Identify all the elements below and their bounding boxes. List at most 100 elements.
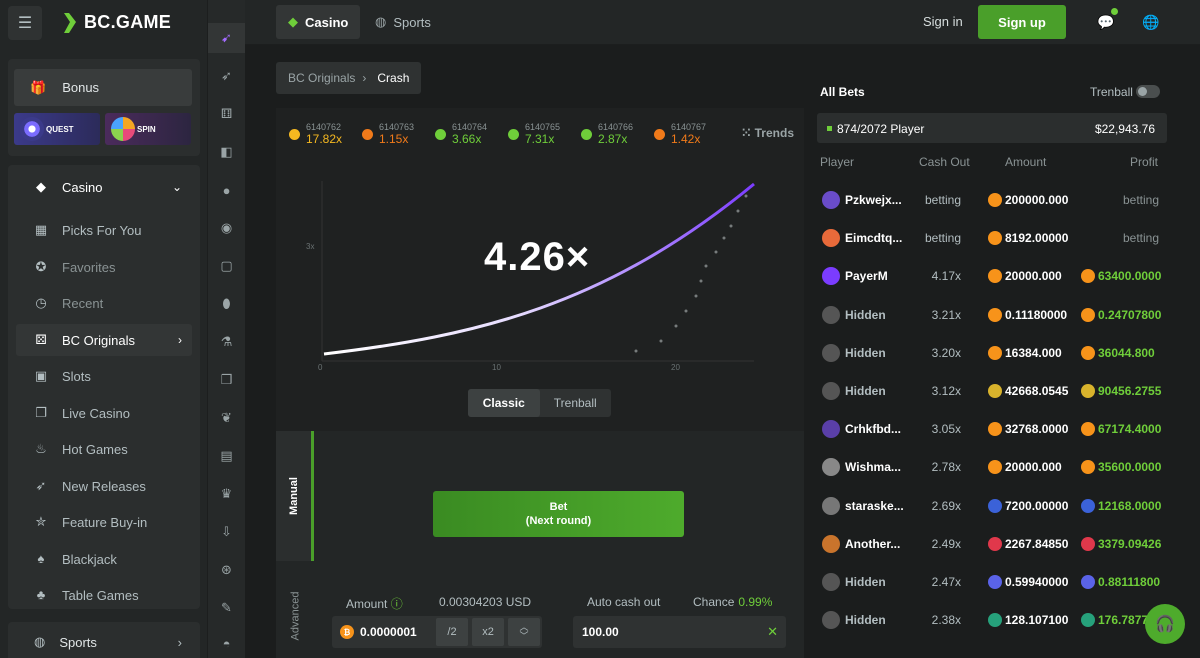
- globe-icon[interactable]: 🌐: [1142, 14, 1159, 31]
- table-row[interactable]: Another... 2.49x 2267.84850 3379.09426: [817, 527, 1167, 561]
- sidebar-item-recent[interactable]: ◷ Recent: [16, 287, 192, 319]
- table-row[interactable]: Hidden 3.20x 16384.000 36044.800: [817, 336, 1167, 370]
- tab-manual[interactable]: Manual: [276, 431, 314, 561]
- breadcrumb-parent[interactable]: BC Originals: [288, 71, 355, 85]
- download-icon[interactable]: ⇩: [208, 517, 245, 547]
- history-item[interactable]: 6140767 1.42x: [649, 118, 722, 150]
- table-row[interactable]: Hidden 3.21x 0.11180000 0.24707800: [817, 298, 1167, 332]
- trophy-icon[interactable]: ♛: [208, 479, 245, 509]
- tool-icon[interactable]: ✎: [208, 593, 245, 623]
- sidebar-item-bc-originals[interactable]: ⚄ BC Originals ›: [16, 324, 192, 356]
- tab-label: Sports: [393, 14, 431, 30]
- history-dot: [508, 129, 519, 140]
- controller-icon[interactable]: ◧: [208, 137, 245, 167]
- menu-icon[interactable]: ☰: [8, 5, 42, 40]
- history-round-id: 6140765: [525, 122, 561, 132]
- autocashout-input[interactable]: 100.00 ✕: [573, 616, 786, 648]
- history-item[interactable]: 6140763 1.15x: [357, 118, 430, 150]
- spin-button[interactable]: SPIN: [105, 113, 191, 145]
- chest-icon[interactable]: ▤: [208, 441, 245, 471]
- wheel-icon[interactable]: ⊛: [208, 555, 245, 585]
- cashout-markers: [634, 194, 748, 353]
- amount-value: 16384.000: [1005, 345, 1062, 360]
- history-item[interactable]: 6140762 17.82x: [284, 118, 357, 150]
- profit-value: 3379.09426: [1098, 536, 1162, 551]
- table-row[interactable]: Hidden 2.47x 0.59940000 0.88111800: [817, 565, 1167, 599]
- signup-button[interactable]: Sign up: [978, 5, 1066, 39]
- history-item[interactable]: 6140766 2.87x: [576, 118, 649, 150]
- sidebar-item-sports[interactable]: ◍ Sports ›: [8, 622, 200, 658]
- table-row[interactable]: Eimcdtq... betting 8192.00000 betting: [817, 221, 1167, 255]
- sidebar-item-favorites[interactable]: ✪ Favorites: [16, 251, 192, 283]
- support-headset-icon[interactable]: 🎧: [1145, 604, 1185, 644]
- history-dot: [289, 129, 300, 140]
- breadcrumb-current: Crash: [377, 71, 410, 85]
- table-row[interactable]: Hidden 3.12x 42668.0545 90456.2755: [817, 374, 1167, 408]
- slots-icon: ▣: [34, 368, 48, 383]
- table-row[interactable]: staraske... 2.69x 7200.00000 12168.0000: [817, 489, 1167, 523]
- bomb-icon[interactable]: ●: [208, 175, 245, 205]
- mode-trenball[interactable]: Trenball: [540, 389, 612, 417]
- player-name: Pzkwejx...: [845, 193, 902, 207]
- half-button[interactable]: /2: [436, 618, 468, 646]
- quest-button[interactable]: QUEST: [14, 113, 100, 145]
- history-item[interactable]: 6140764 3.66x: [430, 118, 503, 150]
- amount-value: 0.59940000: [1005, 575, 1069, 589]
- cards-icon[interactable]: ❒: [208, 365, 245, 395]
- current-multiplier: 4.26×: [484, 235, 591, 279]
- gamepad-icon[interactable]: ◉: [208, 213, 245, 243]
- bonus-button[interactable]: 🎁 Bonus: [14, 69, 192, 106]
- tab-advanced[interactable]: Advanced: [276, 571, 314, 658]
- table-cards-icon: ♣: [36, 587, 46, 602]
- signin-link[interactable]: Sign in: [923, 14, 963, 29]
- egg-icon[interactable]: ⬮: [208, 289, 245, 319]
- sidebar-item-hot-games[interactable]: ♨ Hot Games: [16, 433, 192, 465]
- sidebar-item-feature-buy-in[interactable]: ✮ Feature Buy-in: [16, 506, 192, 538]
- table-row[interactable]: PayerM 4.17x 20000.000 63400.0000: [817, 259, 1167, 293]
- sidebar-item-table-games[interactable]: ♣ Table Games: [16, 579, 192, 611]
- tab-casino[interactable]: ◆ Casino: [276, 5, 361, 39]
- mode-classic[interactable]: Classic: [468, 389, 540, 417]
- sports-ball-icon: ◍: [34, 634, 46, 649]
- sidebar-item-picks[interactable]: ▦ Picks For You: [16, 214, 192, 246]
- sidebar-item-new-releases[interactable]: ➶ New Releases: [16, 470, 192, 502]
- info-icon[interactable]: ⓘ: [391, 597, 403, 611]
- helmet-icon[interactable]: ◓: [208, 628, 245, 658]
- dice-icon[interactable]: ⚅: [208, 99, 245, 129]
- double-button[interactable]: x2: [472, 618, 504, 646]
- table-row[interactable]: Hidden 2.38x 128.107100 176.78770: [817, 603, 1167, 637]
- trenball-toggle[interactable]: [1136, 85, 1160, 98]
- sidebar-item-slots[interactable]: ▣ Slots: [16, 360, 192, 392]
- coin-icon: [988, 193, 1002, 207]
- sidebar-item-blackjack[interactable]: ♠ Blackjack: [16, 543, 192, 575]
- stepper-icon[interactable]: ︿ ﹀: [508, 618, 540, 646]
- chat-icon[interactable]: 💬: [1097, 14, 1114, 31]
- clear-icon[interactable]: ✕: [767, 624, 778, 640]
- fruit-icon[interactable]: ❦: [208, 403, 245, 433]
- amount-input[interactable]: ₿ 0.0000001 /2 x2 ︿ ﹀: [332, 616, 542, 648]
- amount-value: 0.11180000: [1005, 307, 1068, 322]
- table-row[interactable]: Pzkwejx... betting 200000.000 betting: [817, 183, 1167, 217]
- spin-label: SPIN: [137, 124, 156, 134]
- tab-sports[interactable]: ◍ Sports: [363, 5, 443, 39]
- autocashout-value[interactable]: 100.00: [582, 625, 619, 639]
- autocashout-label: Auto cash out: [587, 595, 661, 609]
- sidebar-item-casino[interactable]: ◆ Casino ⌄: [16, 171, 192, 203]
- sidebar-item-live-casino[interactable]: ❐ Live Casino: [16, 397, 192, 429]
- table-row[interactable]: Wishma... 2.78x 20000.000 35600.0000: [817, 450, 1167, 484]
- amount-value[interactable]: 0.0000001: [360, 625, 417, 639]
- trends-button[interactable]: ⁙ Trends: [741, 126, 794, 140]
- history-item[interactable]: 6140765 7.31x: [503, 118, 576, 150]
- cashout-value: betting: [924, 193, 961, 207]
- table-row[interactable]: Crhkfbd... 3.05x 32768.0000 67174.4000: [817, 412, 1167, 446]
- bet-button[interactable]: Bet (Next round): [433, 491, 684, 537]
- history-dot: [581, 129, 592, 140]
- square-icon[interactable]: ▢: [208, 251, 245, 281]
- breadcrumb: BC Originals › Crash: [276, 62, 422, 94]
- flask-icon[interactable]: ⚗: [208, 327, 245, 357]
- rocket-icon[interactable]: ➶: [208, 61, 245, 91]
- avatar: [822, 382, 840, 400]
- crash-icon[interactable]: ➹: [208, 23, 245, 53]
- avatar: [822, 420, 840, 439]
- logo[interactable]: BC.GAME: [62, 12, 171, 34]
